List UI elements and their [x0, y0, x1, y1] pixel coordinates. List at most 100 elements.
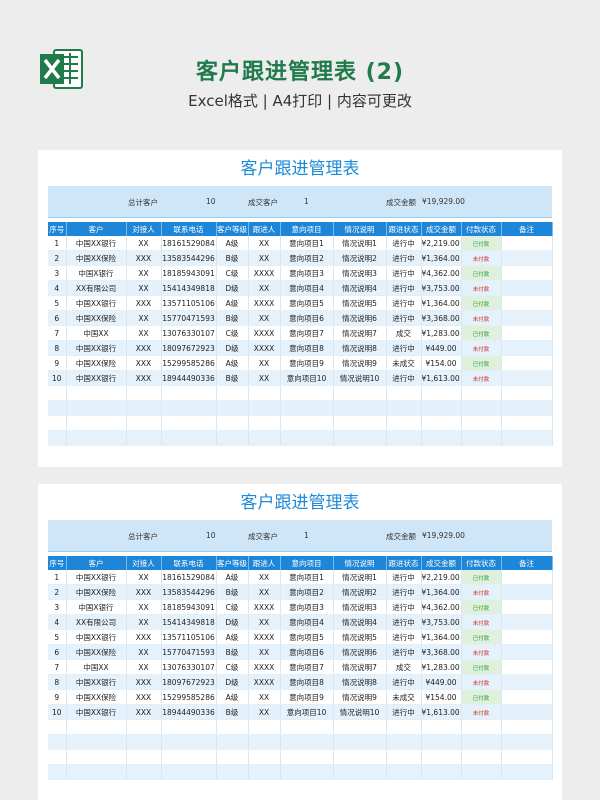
- empty-cell[interactable]: [48, 415, 67, 431]
- empty-cell[interactable]: [421, 764, 462, 780]
- amount-cell[interactable]: ¥1,613.00: [421, 370, 462, 386]
- empty-cell[interactable]: [501, 749, 553, 765]
- empty-cell[interactable]: [248, 415, 281, 431]
- empty-cell[interactable]: [216, 385, 249, 401]
- table-cell[interactable]: 意向项目7: [280, 659, 334, 675]
- table-cell[interactable]: 1: [48, 570, 67, 585]
- empty-cell[interactable]: [126, 764, 162, 780]
- empty-cell[interactable]: [386, 764, 422, 780]
- table-cell[interactable]: XX: [248, 704, 281, 720]
- table-cell[interactable]: 意向项目1: [280, 570, 334, 585]
- table-cell[interactable]: 进行中: [386, 236, 422, 251]
- empty-cell[interactable]: [421, 749, 462, 765]
- table-cell[interactable]: A级: [216, 355, 249, 371]
- table-cell[interactable]: XXXX: [248, 659, 281, 675]
- table-cell[interactable]: XX: [248, 310, 281, 326]
- table-cell[interactable]: 情况说明8: [333, 674, 387, 690]
- table-cell[interactable]: XXX: [126, 250, 162, 266]
- table-cell[interactable]: 中国XX银行: [66, 295, 127, 311]
- table-cell[interactable]: 15299585286: [161, 355, 217, 371]
- empty-cell[interactable]: [161, 734, 217, 750]
- payment-status-cell[interactable]: 已付款: [461, 659, 502, 675]
- table-cell[interactable]: [501, 370, 553, 386]
- table-cell[interactable]: 意向项目3: [280, 265, 334, 281]
- table-cell[interactable]: 情况说明6: [333, 644, 387, 660]
- table-cell[interactable]: XX: [248, 370, 281, 386]
- payment-status-cell[interactable]: 未付款: [461, 250, 502, 266]
- table-cell[interactable]: 8: [48, 340, 67, 356]
- table-cell[interactable]: [501, 250, 553, 266]
- empty-cell[interactable]: [280, 734, 334, 750]
- table-cell[interactable]: 18185943091: [161, 599, 217, 615]
- table-cell[interactable]: [501, 689, 553, 705]
- payment-status-cell[interactable]: 已付款: [461, 325, 502, 341]
- table-cell[interactable]: XXXX: [248, 599, 281, 615]
- table-cell[interactable]: 中国XX银行: [66, 236, 127, 251]
- table-cell[interactable]: C级: [216, 599, 249, 615]
- empty-cell[interactable]: [386, 415, 422, 431]
- empty-cell[interactable]: [248, 734, 281, 750]
- table-cell[interactable]: 5: [48, 295, 67, 311]
- table-cell[interactable]: 意向项目4: [280, 614, 334, 630]
- table-cell[interactable]: 中国XX银行: [66, 370, 127, 386]
- empty-cell[interactable]: [216, 719, 249, 735]
- table-cell[interactable]: [501, 614, 553, 630]
- table-cell[interactable]: XXXX: [248, 265, 281, 281]
- empty-cell[interactable]: [66, 749, 127, 765]
- table-cell[interactable]: XXX: [126, 584, 162, 600]
- empty-cell[interactable]: [386, 385, 422, 401]
- empty-cell[interactable]: [248, 400, 281, 416]
- empty-cell[interactable]: [126, 415, 162, 431]
- table-cell[interactable]: 进行中: [386, 280, 422, 296]
- empty-cell[interactable]: [333, 734, 387, 750]
- empty-cell[interactable]: [66, 734, 127, 750]
- table-cell[interactable]: 情况说明5: [333, 295, 387, 311]
- empty-cell[interactable]: [161, 430, 217, 446]
- empty-cell[interactable]: [48, 430, 67, 446]
- empty-cell[interactable]: [501, 400, 553, 416]
- table-cell[interactable]: 13571105106: [161, 295, 217, 311]
- table-cell[interactable]: 意向项目10: [280, 704, 334, 720]
- table-cell[interactable]: 中国XX银行: [66, 674, 127, 690]
- table-cell[interactable]: 中国XX银行: [66, 340, 127, 356]
- table-cell[interactable]: XX有限公司: [66, 280, 127, 296]
- table-cell[interactable]: D级: [216, 340, 249, 356]
- table-cell[interactable]: 中国X银行: [66, 265, 127, 281]
- table-cell[interactable]: 进行中: [386, 340, 422, 356]
- table-cell[interactable]: 2: [48, 584, 67, 600]
- empty-cell[interactable]: [280, 430, 334, 446]
- table-cell[interactable]: 意向项目4: [280, 280, 334, 296]
- table-cell[interactable]: XXXX: [248, 629, 281, 645]
- table-cell[interactable]: [501, 674, 553, 690]
- empty-cell[interactable]: [48, 734, 67, 750]
- amount-cell[interactable]: ¥3,368.00: [421, 644, 462, 660]
- empty-cell[interactable]: [386, 719, 422, 735]
- table-cell[interactable]: XX: [126, 265, 162, 281]
- table-cell[interactable]: 中国XX保险: [66, 310, 127, 326]
- amount-cell[interactable]: ¥1,364.00: [421, 295, 462, 311]
- table-cell[interactable]: 进行中: [386, 265, 422, 281]
- table-cell[interactable]: 意向项目5: [280, 295, 334, 311]
- amount-cell[interactable]: ¥449.00: [421, 340, 462, 356]
- empty-cell[interactable]: [48, 749, 67, 765]
- table-cell[interactable]: D级: [216, 674, 249, 690]
- table-cell[interactable]: [501, 644, 553, 660]
- empty-cell[interactable]: [421, 734, 462, 750]
- table-cell[interactable]: 4: [48, 614, 67, 630]
- empty-cell[interactable]: [161, 385, 217, 401]
- empty-cell[interactable]: [461, 415, 502, 431]
- empty-cell[interactable]: [161, 749, 217, 765]
- payment-status-cell[interactable]: 未付款: [461, 280, 502, 296]
- table-cell[interactable]: 18944490336: [161, 370, 217, 386]
- table-cell[interactable]: 进行中: [386, 614, 422, 630]
- empty-cell[interactable]: [421, 719, 462, 735]
- table-cell[interactable]: 中国XX银行: [66, 629, 127, 645]
- empty-cell[interactable]: [126, 385, 162, 401]
- table-cell[interactable]: 情况说明5: [333, 629, 387, 645]
- table-cell[interactable]: XX: [248, 644, 281, 660]
- empty-cell[interactable]: [48, 400, 67, 416]
- payment-status-cell[interactable]: 已付款: [461, 265, 502, 281]
- empty-cell[interactable]: [333, 400, 387, 416]
- table-cell[interactable]: A级: [216, 570, 249, 585]
- table-cell[interactable]: XX: [248, 614, 281, 630]
